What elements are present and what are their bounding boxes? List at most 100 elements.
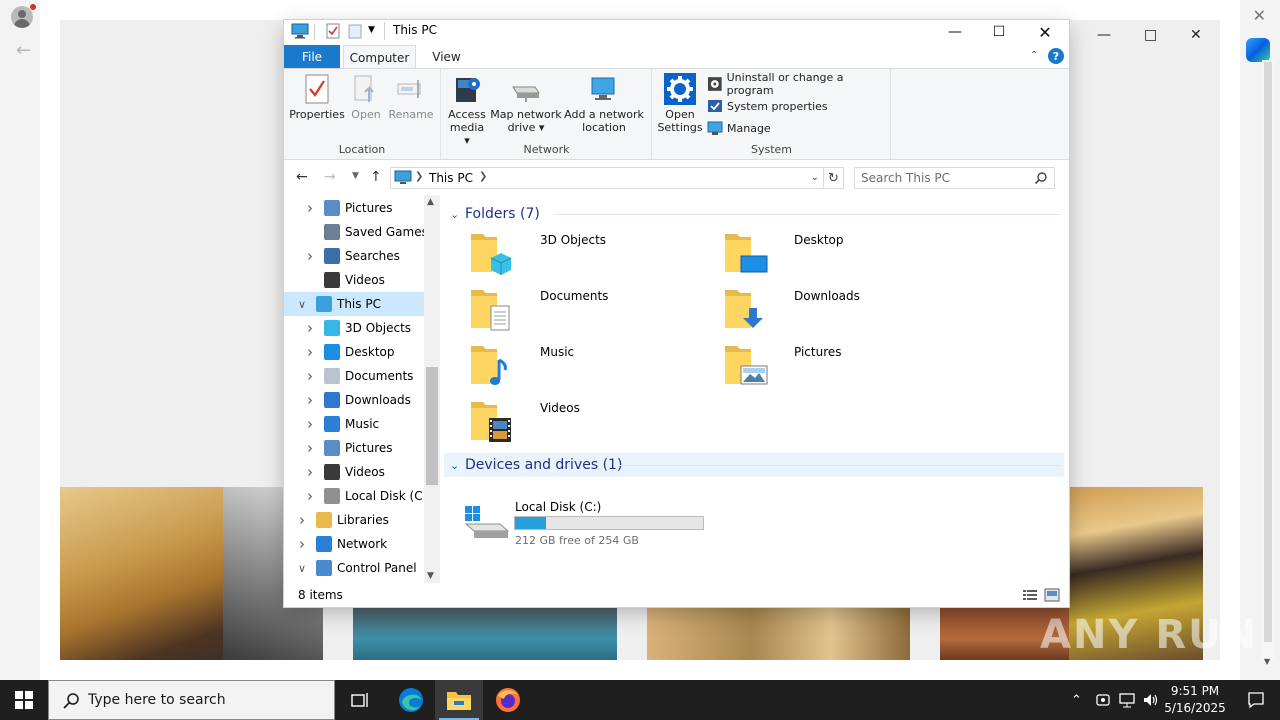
page-scrollbar[interactable]: ▼ bbox=[1262, 60, 1274, 666]
close-icon[interactable]: ✕ bbox=[1253, 6, 1266, 25]
chevron-right-icon[interactable]: › bbox=[304, 247, 316, 265]
nav-item-downloads[interactable]: › Downloads bbox=[284, 388, 424, 412]
nav-item-documents[interactable]: › Documents bbox=[284, 364, 424, 388]
help-icon[interactable]: ? bbox=[1048, 48, 1064, 64]
maximize-button[interactable]: ☐ bbox=[976, 20, 1022, 44]
start-button[interactable] bbox=[0, 680, 48, 720]
nav-item-3d-objects[interactable]: › 3D Objects bbox=[284, 316, 424, 340]
firefox-taskbar-button[interactable] bbox=[484, 680, 532, 720]
chevron-right-icon[interactable]: › bbox=[304, 367, 316, 385]
nav-item-saved-games[interactable]: Saved Games bbox=[284, 220, 428, 244]
nav-item-pictures[interactable]: › Pictures bbox=[284, 436, 424, 460]
chevron-right-icon[interactable]: › bbox=[304, 487, 316, 505]
folder-tile-3d-objects[interactable]: 3D Objects bbox=[469, 228, 709, 278]
show-hidden-icons-button[interactable]: ⌃ bbox=[1071, 680, 1082, 720]
group-header-folders[interactable]: ⌄ Folders (7) bbox=[444, 202, 1064, 226]
folder-tile-pictures[interactable]: Pictures bbox=[723, 340, 963, 390]
nav-item-videos[interactable]: Videos bbox=[284, 268, 424, 292]
minimize-icon[interactable]: — bbox=[1097, 27, 1111, 47]
folder-tile-music[interactable]: Music bbox=[469, 340, 709, 390]
add-network-location-button[interactable]: Add a network location bbox=[564, 73, 644, 134]
chevron-right-icon[interactable]: › bbox=[304, 439, 316, 457]
chevron-right-icon[interactable]: › bbox=[304, 199, 316, 217]
large-icons-view-icon[interactable] bbox=[1044, 588, 1060, 602]
address-dropdown-icon[interactable]: ⌄ bbox=[811, 172, 819, 183]
refresh-button[interactable]: ↻ bbox=[824, 167, 844, 189]
chevron-right-icon[interactable]: › bbox=[296, 511, 308, 529]
food-photo-soup-bowl[interactable] bbox=[353, 607, 617, 660]
meet-now-icon[interactable] bbox=[1095, 680, 1111, 720]
close-button[interactable]: ✕ bbox=[1022, 20, 1068, 44]
drive-tile-local-disk[interactable]: Local Disk (C:) 212 GB free of 254 GB bbox=[464, 500, 724, 550]
system-clock[interactable]: 9:51 PM 5/16/2025 bbox=[1160, 683, 1230, 717]
tab-view[interactable]: View bbox=[424, 45, 469, 68]
chevron-down-icon[interactable]: ⌄ bbox=[450, 208, 459, 221]
new-folder-quick-icon[interactable] bbox=[348, 23, 362, 39]
title-bar[interactable]: ▼ This PC — ☐ ✕ bbox=[284, 20, 1069, 44]
nav-item-libraries[interactable]: › Libraries bbox=[284, 508, 424, 532]
nav-item-music[interactable]: › Music bbox=[284, 412, 424, 436]
properties-button[interactable]: Properties bbox=[289, 73, 345, 121]
chevron-down-icon[interactable]: ∨ bbox=[296, 298, 308, 311]
task-view-button[interactable] bbox=[336, 680, 384, 720]
back-arrow-icon[interactable]: ← bbox=[16, 40, 31, 61]
taskbar-search[interactable]: Type here to search bbox=[48, 680, 335, 720]
forward-button[interactable]: → bbox=[324, 169, 336, 185]
collapse-ribbon-icon[interactable]: ⌃ bbox=[1030, 50, 1038, 61]
profile-avatar[interactable] bbox=[11, 6, 33, 28]
chevron-right-icon[interactable]: › bbox=[304, 415, 316, 433]
map-network-drive-button[interactable]: Map network drive ▾ bbox=[490, 73, 562, 134]
volume-icon[interactable] bbox=[1142, 680, 1160, 720]
breadcrumb-this-pc[interactable]: This PC bbox=[429, 171, 473, 185]
folder-tile-desktop[interactable]: Desktop bbox=[723, 228, 963, 278]
access-media-button[interactable]: Access media ▾ bbox=[446, 73, 488, 147]
nav-item-network[interactable]: › Network bbox=[284, 532, 424, 556]
copilot-icon[interactable] bbox=[1246, 38, 1270, 62]
manage-button[interactable]: Manage bbox=[707, 119, 771, 137]
tab-file[interactable]: File bbox=[284, 45, 340, 68]
nav-item-videos[interactable]: › Videos bbox=[284, 460, 424, 484]
chevron-right-icon[interactable]: › bbox=[304, 319, 316, 337]
chevron-right-icon[interactable]: › bbox=[304, 391, 316, 409]
folder-tile-downloads[interactable]: Downloads bbox=[723, 284, 963, 334]
nav-item-control-panel[interactable]: ∨ Control Panel bbox=[284, 556, 424, 580]
minimize-button[interactable]: — bbox=[932, 20, 978, 44]
properties-quick-icon[interactable] bbox=[326, 23, 340, 39]
rename-button[interactable]: Rename bbox=[388, 73, 434, 121]
system-properties-button[interactable]: System properties bbox=[707, 97, 828, 115]
search-input[interactable] bbox=[861, 171, 1031, 185]
nav-item-this-pc[interactable]: ∨ This PC bbox=[284, 292, 424, 316]
group-header-devices[interactable]: ⌄ Devices and drives (1) bbox=[444, 453, 1064, 477]
nav-pane-scrollbar[interactable]: ▲ ▼ bbox=[424, 195, 440, 583]
folder-tile-documents[interactable]: Documents bbox=[469, 284, 709, 334]
chevron-right-icon[interactable]: › bbox=[304, 343, 316, 361]
open-button[interactable]: Open bbox=[346, 73, 386, 121]
search-icon[interactable] bbox=[1034, 171, 1048, 185]
address-bar[interactable]: ❯ This PC ❯ ⌄ bbox=[390, 167, 824, 189]
search-box[interactable] bbox=[854, 167, 1055, 189]
network-icon[interactable] bbox=[1118, 680, 1136, 720]
uninstall-program-button[interactable]: Uninstall or change a program bbox=[707, 71, 890, 97]
food-photo-roast[interactable] bbox=[647, 607, 910, 660]
folder-tile-videos[interactable]: Videos bbox=[469, 396, 709, 446]
edge-taskbar-button[interactable] bbox=[387, 680, 435, 720]
notification-center-button[interactable] bbox=[1232, 680, 1280, 720]
nav-item-searches[interactable]: › Searches bbox=[284, 244, 424, 268]
chevron-right-icon[interactable]: › bbox=[304, 463, 316, 481]
up-button[interactable]: ↑ bbox=[370, 169, 382, 185]
file-explorer-taskbar-button[interactable] bbox=[435, 680, 483, 720]
chevron-down-icon[interactable]: ∨ bbox=[296, 562, 308, 575]
tab-computer[interactable]: Computer bbox=[343, 45, 416, 69]
back-button[interactable]: ← bbox=[296, 169, 308, 185]
recent-locations-button[interactable]: ▼ bbox=[352, 171, 359, 181]
close-window-icon[interactable]: ✕ bbox=[1190, 27, 1202, 47]
open-settings-button[interactable]: Open Settings bbox=[655, 73, 705, 134]
details-view-icon[interactable] bbox=[1022, 588, 1038, 602]
breadcrumb-separator[interactable]: ❯ bbox=[415, 171, 423, 182]
nav-item-desktop[interactable]: › Desktop bbox=[284, 340, 424, 364]
breadcrumb-separator[interactable]: ❯ bbox=[479, 171, 487, 182]
customize-quick-access-icon[interactable]: ▼ bbox=[368, 25, 375, 35]
chevron-down-icon[interactable]: ⌄ bbox=[450, 459, 459, 472]
chevron-right-icon[interactable]: › bbox=[296, 535, 308, 553]
nav-item-local-disk-c[interactable]: › Local Disk (C:) bbox=[284, 484, 431, 508]
